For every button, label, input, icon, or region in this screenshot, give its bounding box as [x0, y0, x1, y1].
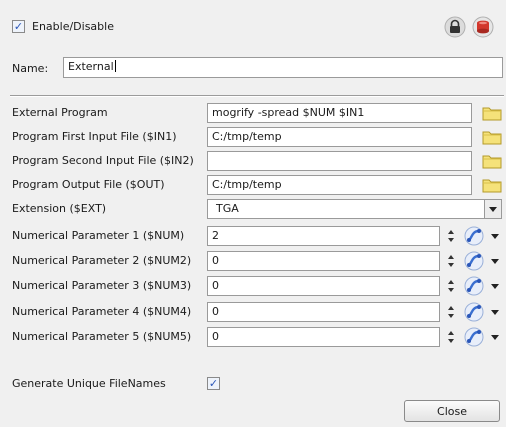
separator: [10, 95, 504, 97]
dropdown-arrow-icon: [489, 206, 497, 212]
enable-label: Enable/Disable: [32, 20, 114, 33]
dropdown-button[interactable]: [484, 200, 501, 218]
unique-filenames-label: Generate Unique FileNames: [12, 377, 166, 390]
dropdown-arrow-icon[interactable]: [491, 234, 499, 239]
curve-icon[interactable]: [464, 226, 486, 246]
name-label: Name:: [12, 62, 49, 75]
dropdown-arrow-icon[interactable]: [491, 335, 499, 340]
folder-icon[interactable]: [482, 177, 502, 193]
field-label: External Program: [12, 106, 108, 119]
curve-icon[interactable]: [464, 276, 486, 296]
field-label: Program Second Input File ($IN2): [12, 154, 194, 167]
number-input[interactable]: 0: [207, 302, 440, 322]
extension-value: TGA: [216, 202, 239, 215]
external-dialog: ✓ Enable/Disable Name: External External…: [0, 0, 506, 427]
path-input[interactable]: [207, 151, 472, 171]
field-label: Extension ($EXT): [12, 202, 107, 215]
field-label: Numerical Parameter 1 ($NUM): [12, 229, 185, 242]
folder-icon[interactable]: [482, 153, 502, 169]
number-input[interactable]: 2: [207, 226, 440, 246]
path-input[interactable]: C:/tmp/temp: [207, 175, 472, 195]
close-button[interactable]: Close: [404, 400, 500, 422]
reset-icon[interactable]: [472, 16, 494, 38]
dropdown-arrow-icon[interactable]: [491, 259, 499, 264]
field-label: Numerical Parameter 4 ($NUM4): [12, 305, 192, 318]
extension-select[interactable]: TGA: [207, 199, 502, 219]
curve-icon[interactable]: [464, 302, 486, 322]
path-input[interactable]: mogrify -spread $NUM $IN1: [207, 103, 472, 123]
spinner-icon[interactable]: [447, 305, 455, 319]
field-label: Numerical Parameter 2 ($NUM2): [12, 254, 192, 267]
dropdown-arrow-icon[interactable]: [491, 284, 499, 289]
field-label: Program Output File ($OUT): [12, 178, 165, 191]
dropdown-arrow-icon[interactable]: [491, 310, 499, 315]
curve-icon[interactable]: [464, 251, 486, 271]
number-input[interactable]: 0: [207, 251, 440, 271]
spinner-icon[interactable]: [447, 229, 455, 243]
curve-icon[interactable]: [464, 327, 486, 347]
enable-checkbox[interactable]: ✓: [12, 20, 25, 33]
check-mark-icon: ✓: [13, 20, 24, 33]
folder-icon[interactable]: [482, 105, 502, 121]
number-input[interactable]: 0: [207, 276, 440, 296]
field-label: Numerical Parameter 5 ($NUM5): [12, 330, 192, 343]
spinner-icon[interactable]: [447, 279, 455, 293]
field-label: Program First Input File ($IN1): [12, 130, 177, 143]
spinner-icon[interactable]: [447, 254, 455, 268]
number-input[interactable]: 0: [207, 327, 440, 347]
unique-filenames-checkbox[interactable]: ✓: [207, 377, 220, 390]
lock-icon[interactable]: [444, 16, 466, 38]
text-caret: [114, 60, 116, 72]
path-input[interactable]: C:/tmp/temp: [207, 127, 472, 147]
spinner-icon[interactable]: [447, 330, 455, 344]
folder-icon[interactable]: [482, 129, 502, 145]
name-input[interactable]: External: [63, 57, 503, 78]
check-mark-icon: ✓: [208, 377, 219, 390]
field-label: Numerical Parameter 3 ($NUM3): [12, 279, 192, 292]
